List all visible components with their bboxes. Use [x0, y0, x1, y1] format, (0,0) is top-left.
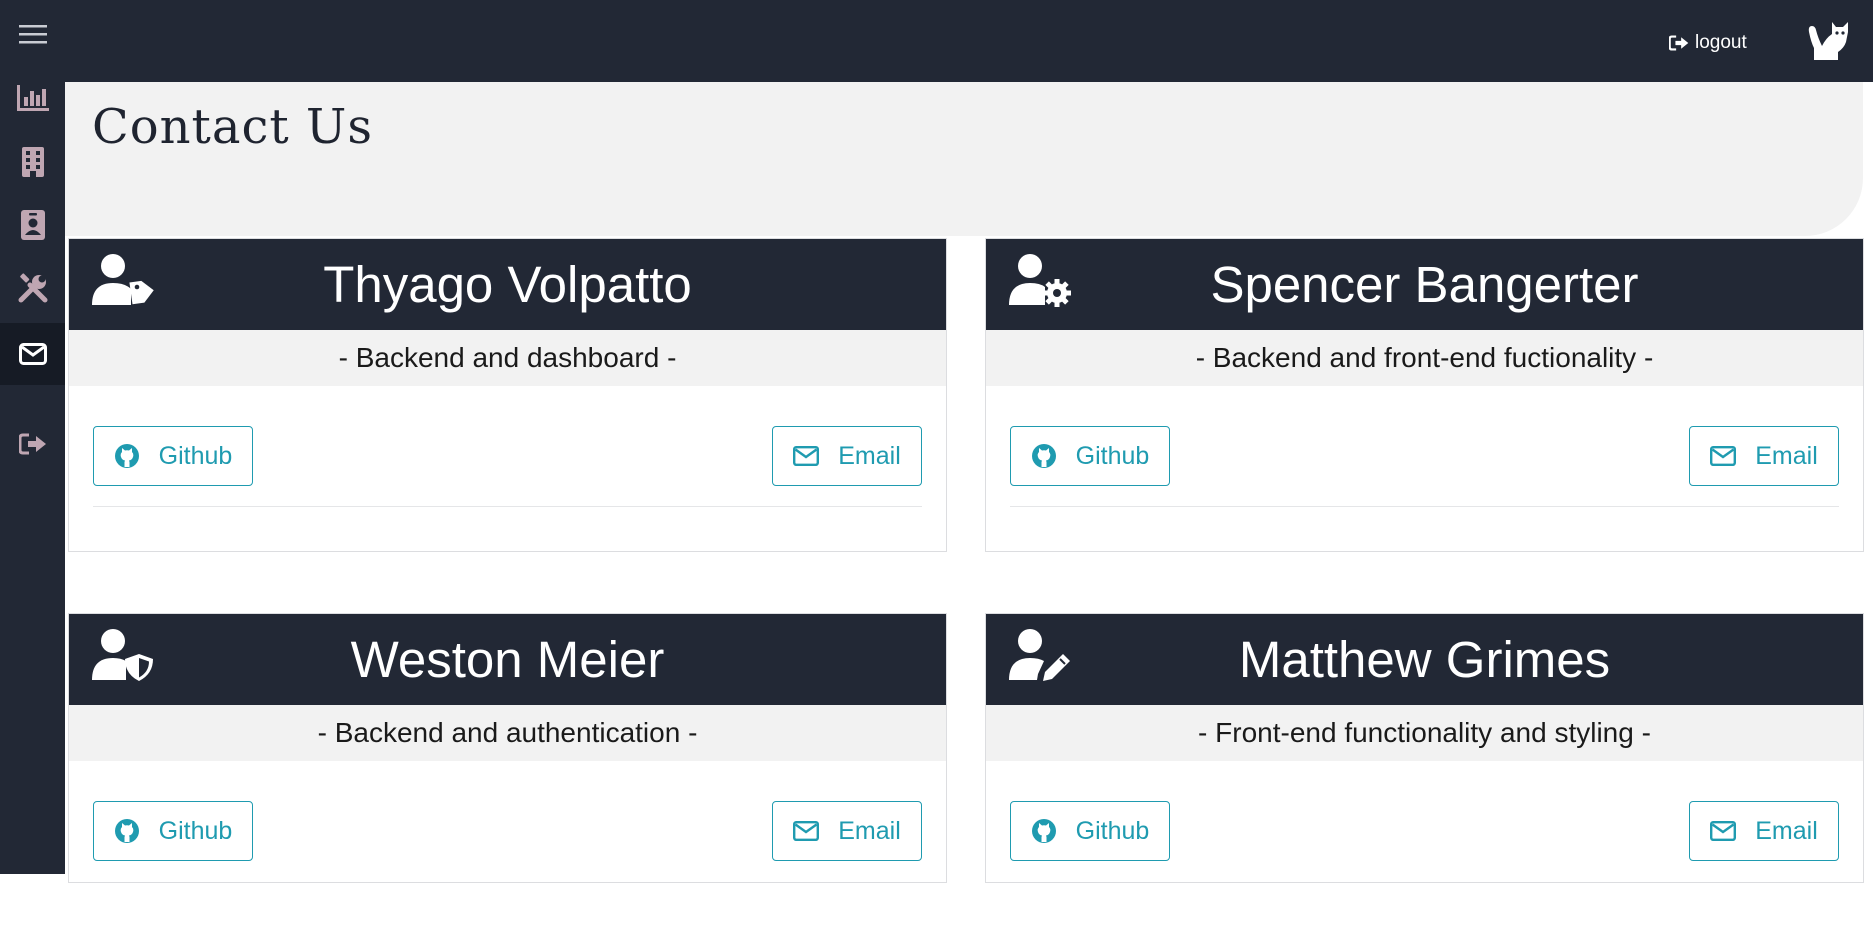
card-header: Weston Meier — [69, 614, 946, 705]
contact-role: - Backend and front-end fuctionality - — [986, 330, 1863, 386]
sidebar — [0, 0, 65, 874]
sign-out-icon — [18, 433, 46, 455]
contact-role: - Backend and authentication - — [69, 705, 946, 761]
github-label: Github — [1075, 816, 1150, 845]
envelope-icon — [793, 446, 820, 466]
contact-name: Weston Meier — [350, 631, 665, 688]
github-label: Github — [1075, 441, 1150, 470]
sidebar-item-contact[interactable] — [0, 323, 65, 385]
contact-role: - Front-end functionality and styling - — [986, 705, 1863, 761]
card-header: Matthew Grimes — [986, 614, 1863, 705]
sidebar-menu-toggle[interactable] — [0, 3, 65, 65]
github-icon — [1031, 444, 1056, 468]
github-label: Github — [158, 441, 233, 470]
contact-card: Matthew Grimes - Front-end functionality… — [985, 613, 1864, 883]
email-label: Email — [838, 816, 901, 845]
logout-link[interactable]: logout — [1669, 30, 1747, 56]
card-body: Github Email — [69, 761, 946, 926]
envelope-icon — [1710, 821, 1737, 841]
sign-out-icon — [1669, 35, 1689, 51]
contact-card: Weston Meier - Backend and authenticatio… — [68, 613, 947, 883]
logout-label: logout — [1695, 32, 1747, 53]
card-header: Thyago Volpatto — [69, 239, 946, 330]
github-icon — [1031, 819, 1056, 843]
github-label: Github — [158, 816, 233, 845]
sidebar-item-buildings[interactable] — [0, 131, 65, 193]
page-header: Contact Us — [65, 82, 1863, 236]
email-button[interactable]: Email — [772, 426, 922, 486]
github-button[interactable]: Github — [1010, 426, 1170, 486]
github-icon — [114, 444, 139, 468]
envelope-icon — [18, 343, 47, 365]
contact-card: Thyago Volpatto - Backend and dashboard … — [68, 238, 947, 552]
bar-chart-icon — [16, 85, 49, 111]
github-icon — [114, 819, 139, 843]
contact-name: Thyago Volpatto — [323, 256, 692, 313]
github-button[interactable]: Github — [93, 801, 253, 861]
card-divider — [93, 506, 922, 507]
card-body: Github Email — [69, 386, 946, 551]
card-body: Github Email — [986, 386, 1863, 551]
email-button[interactable]: Email — [1689, 801, 1839, 861]
envelope-icon — [793, 821, 820, 841]
page-title: Contact Us — [92, 99, 373, 155]
contact-role: - Backend and dashboard - — [69, 330, 946, 386]
envelope-icon — [1710, 446, 1737, 466]
tools-icon — [18, 273, 47, 303]
top-navbar: logout — [65, 0, 1873, 82]
sidebar-item-tools[interactable] — [0, 257, 65, 319]
sidebar-item-sign-out[interactable] — [0, 413, 65, 475]
sidebar-item-profile[interactable] — [0, 194, 65, 256]
card-header: Spencer Bangerter — [986, 239, 1863, 330]
email-label: Email — [1755, 441, 1818, 470]
id-badge-icon — [20, 210, 45, 240]
contact-name: Matthew Grimes — [1238, 631, 1611, 688]
github-button[interactable]: Github — [93, 426, 253, 486]
email-label: Email — [838, 441, 901, 470]
cat-logo — [1806, 18, 1850, 67]
email-button[interactable]: Email — [1689, 426, 1839, 486]
sidebar-item-dashboard[interactable] — [0, 67, 65, 129]
email-label: Email — [1755, 816, 1818, 845]
cat-icon — [1808, 22, 1848, 60]
building-icon — [21, 147, 44, 177]
card-divider — [1010, 506, 1839, 507]
contact-name: Spencer Bangerter — [1210, 256, 1639, 313]
contact-card: Spencer Bangerter - Backend and front-en… — [985, 238, 1864, 552]
hamburger-menu-icon — [18, 25, 47, 44]
github-button[interactable]: Github — [1010, 801, 1170, 861]
email-button[interactable]: Email — [772, 801, 922, 861]
card-body: Github Email — [986, 761, 1863, 926]
